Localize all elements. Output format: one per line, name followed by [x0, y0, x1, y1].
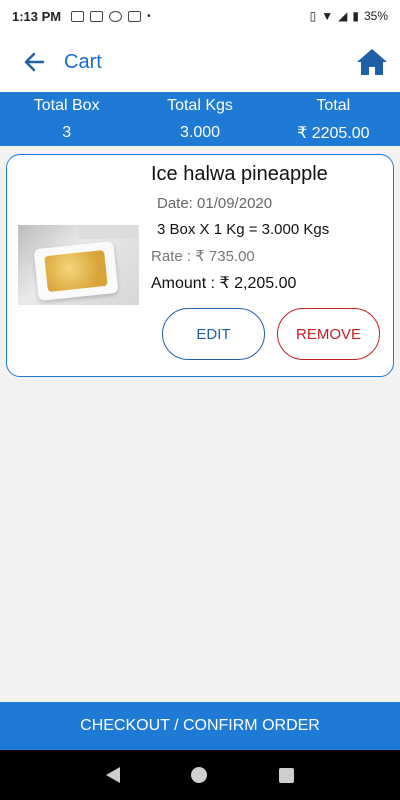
product-image [18, 225, 139, 305]
wifi-icon: ▼ [321, 9, 334, 23]
app-bar: Cart [0, 32, 400, 92]
home-button[interactable] [354, 44, 390, 80]
product-rate: Rate : ₹ 735.00 [151, 248, 255, 265]
total-kgs-value: 3.000 [179, 123, 221, 141]
battery-percent: 35% [363, 9, 388, 23]
total-value: ₹ 2205.00 [297, 124, 370, 142]
page-title: Cart [64, 50, 102, 73]
notification-icons: • [71, 10, 151, 22]
total-label: Total [316, 96, 351, 114]
nav-home-icon[interactable] [191, 767, 208, 783]
message-notification-icon [90, 10, 104, 22]
product-quantity: 3 Box X 1 Kg = 3.000 Kgs [157, 221, 330, 238]
status-time: 1:13 PM [12, 8, 62, 24]
summary-values: 3 3.000 ₹ 2205.00 [0, 119, 400, 146]
total-box-label: Total Box [33, 96, 100, 114]
laptop-notification-icon [128, 10, 142, 22]
remove-button[interactable]: REMOVE [277, 308, 380, 360]
total-box-value: 3 [62, 123, 72, 141]
vibrate-icon: ▯ [309, 9, 317, 23]
battery-icon: ▮ [352, 9, 359, 23]
nav-recent-apps-icon[interactable] [279, 767, 295, 783]
status-right: ▯ ▼ ◢ ▮ 35% [310, 9, 388, 23]
product-name: Ice halwa pineapple [151, 163, 328, 185]
status-bar: 1:13 PM • ▯ ▼ ◢ ▮ 35% [0, 0, 400, 32]
image-notification-icon [71, 10, 85, 22]
summary-headers: Total Box Total Kgs Total [0, 92, 400, 119]
edit-button[interactable]: EDIT [162, 308, 265, 360]
arrow-left-icon [24, 52, 45, 72]
cart-item-card: Ice halwa pineapple Date: 01/09/2020 3 B… [6, 154, 394, 377]
nav-back-icon[interactable] [105, 767, 120, 783]
product-amount: Amount : ₹ 2,205.00 [151, 275, 297, 292]
checkout-button[interactable]: CHECKOUT / CONFIRM ORDER [0, 702, 400, 750]
system-nav-bar [0, 750, 400, 800]
cart-summary: Total Box Total Kgs Total 3 3.000 ₹ 2205… [0, 92, 400, 146]
home-icon [357, 49, 387, 75]
total-kgs-label: Total Kgs [167, 96, 233, 114]
signal-icon: ◢ [338, 9, 348, 23]
dot-icon: • [147, 10, 151, 22]
back-button[interactable] [14, 42, 54, 82]
product-date: Date: 01/09/2020 [157, 195, 273, 212]
app-notification-icon [109, 10, 123, 22]
